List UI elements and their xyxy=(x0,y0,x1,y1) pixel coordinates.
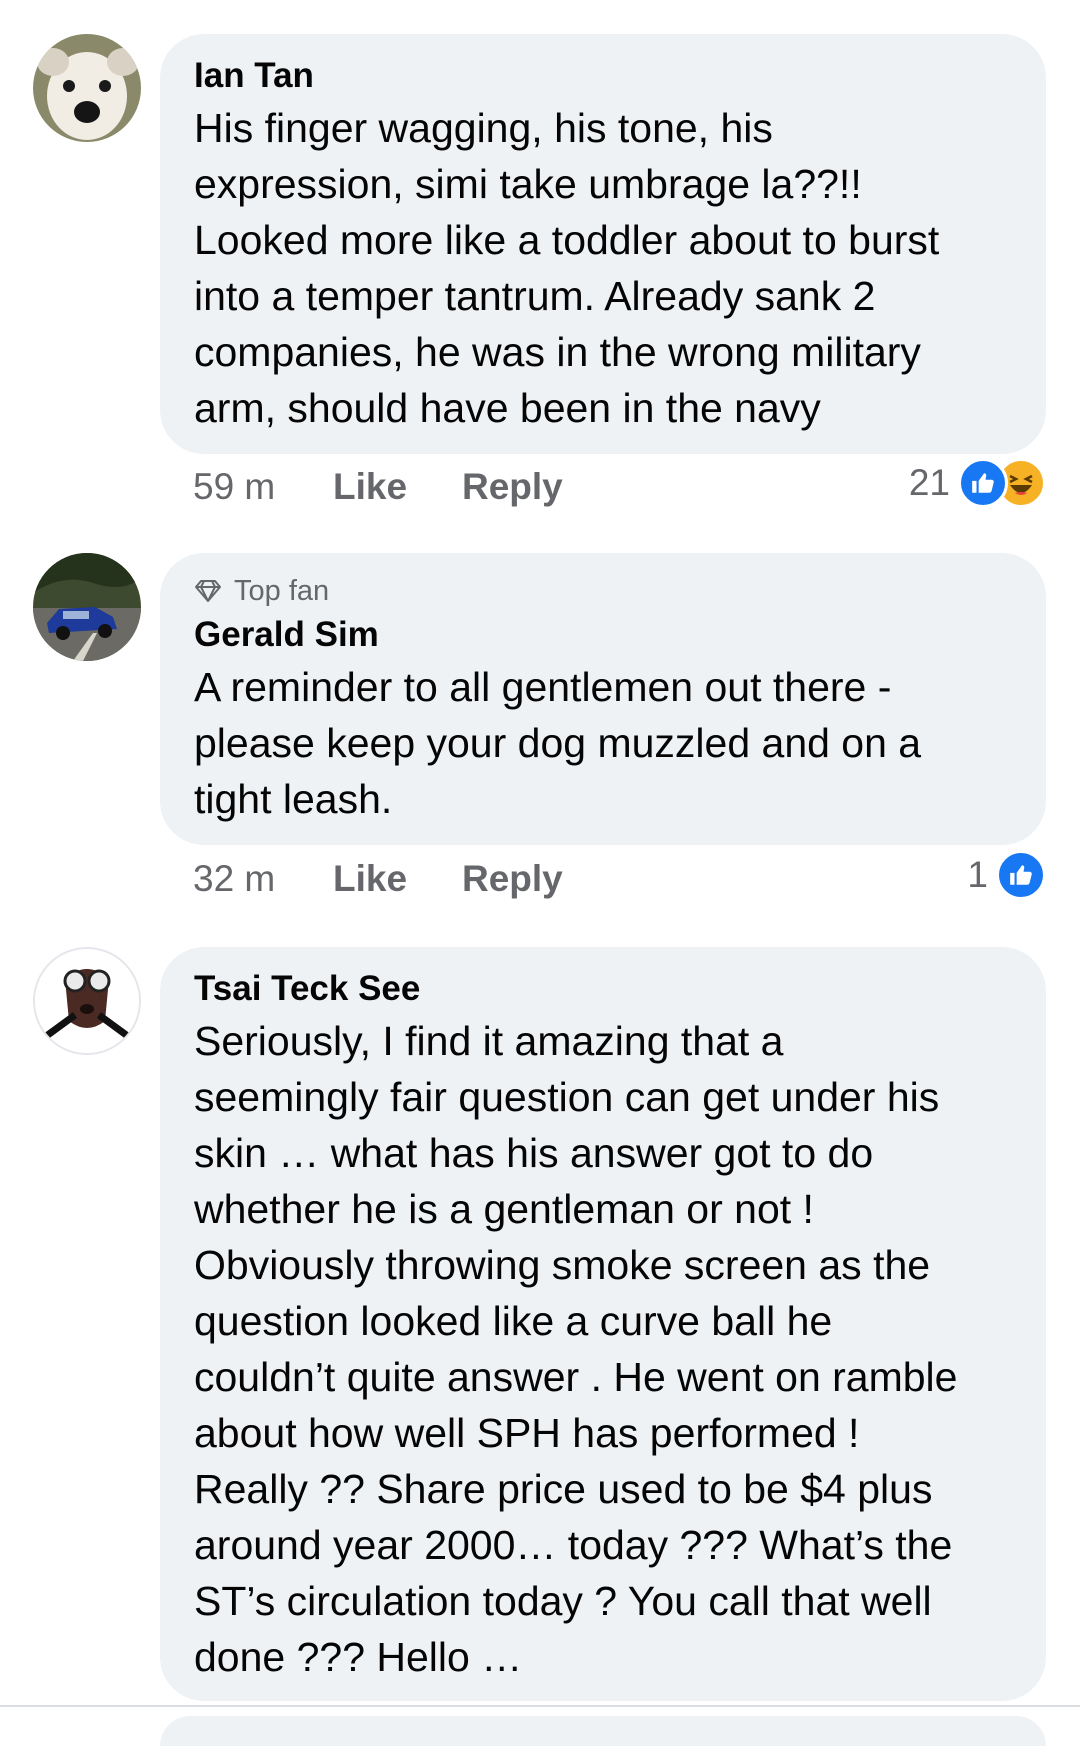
comment-text: His finger wagging, his tone, his expres… xyxy=(194,105,940,431)
like-icon xyxy=(996,850,1046,900)
like-button[interactable]: Like xyxy=(333,466,462,508)
reaction-count: 21 xyxy=(908,462,950,503)
avatar[interactable] xyxy=(33,34,141,142)
reaction-summary[interactable]: 1 xyxy=(967,850,1046,900)
top-fan-label: Top fan xyxy=(234,575,330,607)
avatar[interactable] xyxy=(33,553,141,661)
comment-author[interactable]: Ian Tan xyxy=(194,54,1014,98)
comment-timestamp[interactable]: 32 m xyxy=(193,858,333,900)
comment-bubble: Top fan Gerald Sim A reminder to all gen… xyxy=(160,553,1046,845)
car-avatar-icon xyxy=(33,553,141,661)
like-button[interactable]: Like xyxy=(333,858,462,900)
dog-goggles-avatar-icon xyxy=(35,949,139,1053)
comment-author[interactable]: Gerald Sim xyxy=(194,613,1014,657)
top-fan-badge: Top fan xyxy=(194,573,1014,609)
reply-button[interactable]: Reply xyxy=(462,466,563,508)
divider xyxy=(0,1705,1080,1707)
like-icon xyxy=(958,458,1008,508)
next-comment-bubble xyxy=(160,1716,1046,1746)
reply-button[interactable]: Reply xyxy=(462,858,563,900)
comment-actions: 32 m Like Reply xyxy=(193,858,563,900)
reaction-count: 1 xyxy=(967,854,988,895)
comment-actions: 59 m Like Reply xyxy=(193,466,563,508)
reaction-summary[interactable]: 21 xyxy=(909,458,1046,508)
diamond-icon xyxy=(195,580,221,602)
comment-author[interactable]: Tsai Teck See xyxy=(194,967,1014,1011)
comment-text: A reminder to all gentlemen out there - … xyxy=(194,664,922,822)
comment-bubble: Tsai Teck See Seriously, I find it amazi… xyxy=(160,947,1046,1701)
avatar[interactable] xyxy=(33,947,141,1055)
comment-text: Seriously, I find it amazing that a seem… xyxy=(194,1018,958,1680)
comment-timestamp[interactable]: 59 m xyxy=(193,466,333,508)
dog-avatar-icon xyxy=(33,34,141,142)
comment-bubble: Ian Tan His finger wagging, his tone, hi… xyxy=(160,34,1046,454)
